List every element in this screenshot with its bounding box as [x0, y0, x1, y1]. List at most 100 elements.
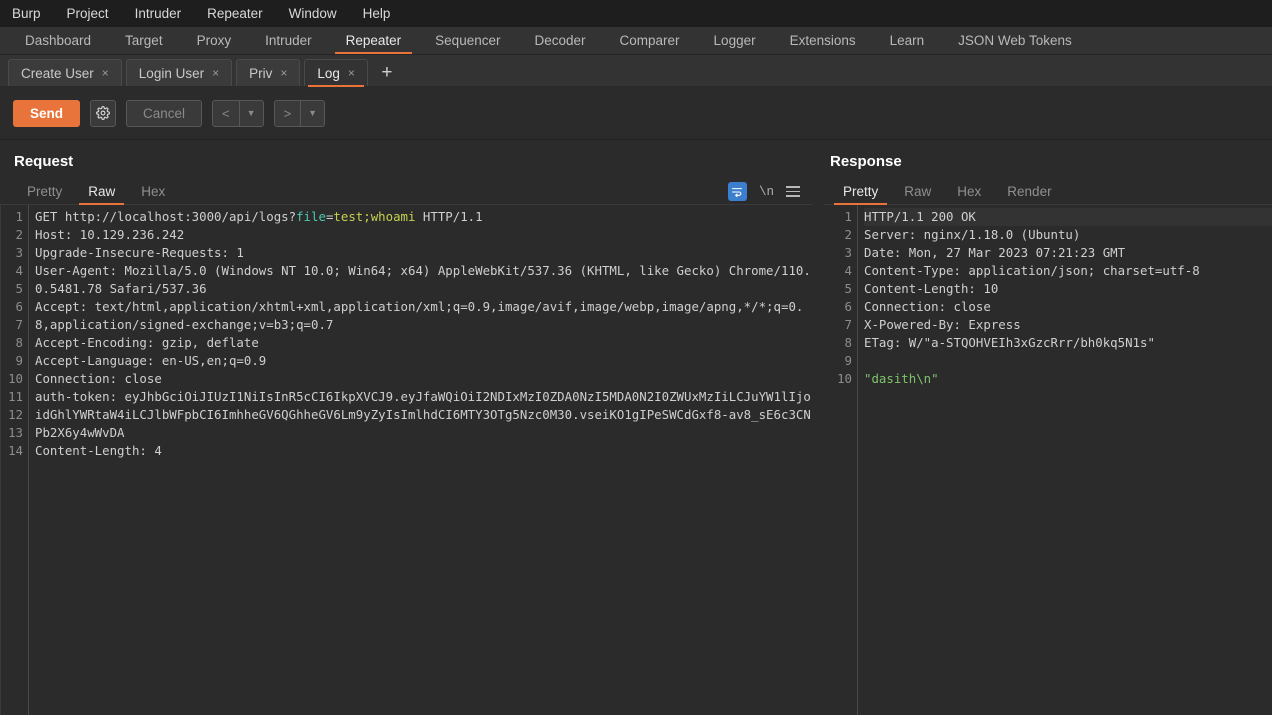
menu-item-window[interactable]: Window: [289, 7, 337, 21]
main-tab-decoder[interactable]: Decoder: [517, 27, 602, 54]
code-line: auth-token: eyJhbGciOiJIUzI1NiIsInR5cCI6…: [35, 388, 812, 442]
code-text: GET http://localhost:3000/api/logs?: [35, 209, 297, 224]
main-tab-target[interactable]: Target: [108, 27, 180, 54]
menu-item-help[interactable]: Help: [363, 7, 391, 21]
chevron-down-icon[interactable]: ▼: [240, 108, 263, 118]
code-line: Connection: close: [35, 370, 812, 388]
line-number: 3: [844, 245, 852, 260]
repeater-tab-bar: Create User × Login User × Priv × Log × +: [0, 55, 1272, 87]
main-tab-intruder[interactable]: Intruder: [248, 27, 329, 54]
pane-splitter[interactable]: [812, 140, 824, 715]
response-tab-hex[interactable]: Hex: [944, 179, 994, 204]
code-line: User-Agent: Mozilla/5.0 (Windows NT 10.0…: [35, 262, 812, 298]
close-icon[interactable]: ×: [212, 67, 219, 79]
response-tab-pretty[interactable]: Pretty: [830, 179, 891, 205]
line-number: 11: [8, 389, 23, 404]
line-number: 6: [15, 299, 23, 314]
code-token-str: "dasith\n": [864, 371, 939, 386]
code-line: Content-Type: application/json; charset=…: [864, 262, 1272, 280]
main-tab-proxy[interactable]: Proxy: [180, 27, 249, 54]
line-number: 4: [15, 263, 23, 278]
code-text: Content-Type: application/json; charset=…: [864, 263, 1200, 278]
menu-item-project[interactable]: Project: [67, 7, 109, 21]
request-tab-raw[interactable]: Raw: [75, 179, 128, 205]
code-line: ETag: W/"a-STQOHVEIh3xGzcRrr/bh0kq5N1s": [864, 334, 1272, 352]
menu-item-intruder[interactable]: Intruder: [135, 7, 182, 21]
close-icon[interactable]: ×: [280, 67, 287, 79]
code-text: Connection: close: [864, 299, 991, 314]
repeater-tab-priv[interactable]: Priv ×: [236, 59, 301, 86]
request-editor[interactable]: 1 2 3 4 5 6 7 8 9 10 11 12 13 14 GET http://localhost…: [0, 205, 812, 715]
request-view-tabs: Pretty Raw Hex \n: [0, 179, 812, 205]
line-number: 6: [844, 299, 852, 314]
main-tab-logger[interactable]: Logger: [697, 27, 773, 54]
code-line: Date: Mon, 27 Mar 2023 07:21:23 GMT: [864, 244, 1272, 262]
code-line: Host: 10.129.236.242: [35, 226, 812, 244]
response-tab-raw[interactable]: Raw: [891, 179, 944, 204]
response-body[interactable]: HTTP/1.1 200 OK Server: nginx/1.18.0 (Ubu…: [858, 205, 1272, 715]
response-panel: Response Pretty Raw Hex Render 1 2 3 4 5 6 7 8 9 10 …: [824, 140, 1272, 715]
close-icon[interactable]: ×: [348, 67, 355, 79]
repeater-tab-log[interactable]: Log ×: [304, 59, 368, 87]
code-token-val: test;whoami: [333, 209, 416, 224]
close-icon[interactable]: ×: [102, 67, 109, 79]
go-back-button-group[interactable]: < ▼: [212, 99, 264, 127]
response-title: Response: [830, 153, 902, 170]
add-tab-icon[interactable]: +: [372, 59, 402, 86]
repeater-tab-create-user[interactable]: Create User ×: [8, 59, 122, 86]
line-number: 4: [844, 263, 852, 278]
newline-toggle-icon[interactable]: \n: [759, 185, 774, 199]
menu-item-burp[interactable]: Burp: [12, 7, 41, 21]
code-line: Accept-Language: en-US,en;q=0.9: [35, 352, 812, 370]
main-tab-repeater[interactable]: Repeater: [329, 27, 419, 54]
main-tab-learn[interactable]: Learn: [873, 27, 942, 54]
line-number: 7: [844, 317, 852, 332]
code-text: HTTP/1.1 200 OK: [864, 209, 976, 224]
code-text: Connection: close: [35, 371, 162, 386]
main-tab-dashboard[interactable]: Dashboard: [8, 27, 108, 54]
code-line: Accept: text/html,application/xhtml+xml,…: [35, 298, 812, 334]
code-text: X-Powered-By: Express: [864, 317, 1021, 332]
send-button[interactable]: Send: [13, 99, 81, 127]
forward-arrow-icon[interactable]: >: [275, 107, 301, 120]
request-body[interactable]: GET http://localhost:3000/api/logs?file=…: [29, 205, 812, 715]
hamburger-menu-icon[interactable]: [786, 186, 800, 197]
code-line: Upgrade-Insecure-Requests: 1: [35, 244, 812, 262]
line-number: 2: [15, 227, 23, 242]
request-tab-hex[interactable]: Hex: [128, 179, 178, 204]
main-tab-extensions[interactable]: Extensions: [773, 27, 873, 54]
go-forward-button-group[interactable]: > ▼: [273, 99, 326, 127]
repeater-tab-login-user[interactable]: Login User ×: [125, 59, 233, 86]
chevron-down-icon[interactable]: ▼: [301, 108, 324, 118]
repeater-action-toolbar: Send Cancel < ▼ > ▼: [0, 87, 1272, 140]
line-number: 13: [8, 425, 23, 440]
back-arrow-icon[interactable]: <: [213, 107, 239, 120]
code-line: "dasith\n": [864, 370, 1272, 388]
line-number: 2: [844, 227, 852, 242]
cancel-button[interactable]: Cancel: [126, 99, 203, 127]
response-editor[interactable]: 1 2 3 4 5 6 7 8 9 10 HTTP/1.1 200 OK Server: nginx…: [824, 205, 1272, 715]
line-number: 12: [8, 407, 23, 422]
request-tab-pretty[interactable]: Pretty: [14, 179, 75, 204]
code-line: GET http://localhost:3000/api/logs?file=…: [35, 208, 812, 226]
menu-item-repeater[interactable]: Repeater: [207, 7, 263, 21]
line-number: 7: [15, 317, 23, 332]
code-line: HTTP/1.1 200 OK: [864, 208, 1272, 226]
code-text: HTTP/1.1: [415, 209, 483, 224]
request-view-tools: \n: [727, 179, 812, 204]
main-tab-json-web-tokens[interactable]: JSON Web Tokens: [941, 27, 1089, 54]
code-text: Content-Length: 10: [864, 281, 999, 296]
code-line: Server: nginx/1.18.0 (Ubuntu): [864, 226, 1272, 244]
main-tab-comparer[interactable]: Comparer: [603, 27, 697, 54]
line-number: 8: [844, 335, 852, 350]
response-view-tabs: Pretty Raw Hex Render: [824, 179, 1272, 205]
word-wrap-icon[interactable]: [727, 182, 747, 201]
response-tab-render[interactable]: Render: [994, 179, 1064, 204]
gear-icon[interactable]: [90, 99, 117, 127]
code-text: ETag: W/"a-STQOHVEIh3xGzcRrr/bh0kq5N1s": [864, 335, 1155, 350]
main-tab-sequencer[interactable]: Sequencer: [418, 27, 517, 54]
line-number: 1: [844, 209, 852, 224]
response-line-numbers: 1 2 3 4 5 6 7 8 9 10: [824, 205, 858, 715]
code-text: Date: Mon, 27 Mar 2023 07:21:23 GMT: [864, 245, 1126, 260]
